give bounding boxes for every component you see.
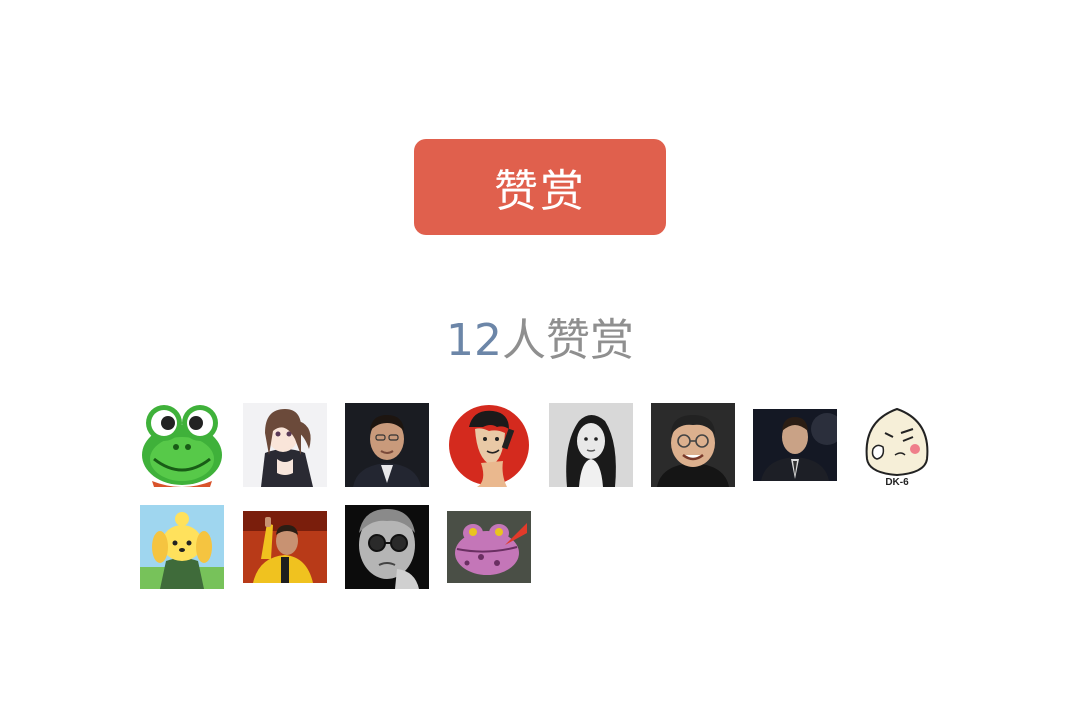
purple-toad-avatar[interactable] bbox=[447, 505, 531, 589]
reward-count-label: 人赞赏 bbox=[502, 315, 634, 366]
svg-text:DK-6: DK-6 bbox=[885, 477, 909, 487]
reward-count-number: 12 bbox=[446, 315, 502, 366]
yellow-dog-cartoon-avatar[interactable] bbox=[140, 505, 224, 589]
red-circle-portrait-avatar[interactable] bbox=[447, 403, 531, 487]
man-dark-suit-avatar[interactable] bbox=[753, 403, 837, 487]
man-thumbs-up-avatar[interactable] bbox=[243, 505, 327, 589]
rice-ball-doodle-avatar[interactable]: DK-6 bbox=[855, 403, 939, 487]
man-with-glasses-avatar[interactable] bbox=[651, 403, 735, 487]
reward-button-label: 赞赏 bbox=[494, 166, 586, 217]
man-bw-glasses-avatar[interactable] bbox=[345, 505, 429, 589]
woman-bw-portrait-avatar[interactable] bbox=[549, 403, 633, 487]
anime-girl-avatar[interactable] bbox=[243, 403, 327, 487]
frog-cartoon-avatar[interactable] bbox=[140, 403, 224, 487]
reward-button[interactable]: 赞赏 bbox=[414, 139, 666, 235]
man-in-suit-avatar[interactable] bbox=[345, 403, 429, 487]
reward-count: 12人赞赏 bbox=[0, 312, 1080, 370]
